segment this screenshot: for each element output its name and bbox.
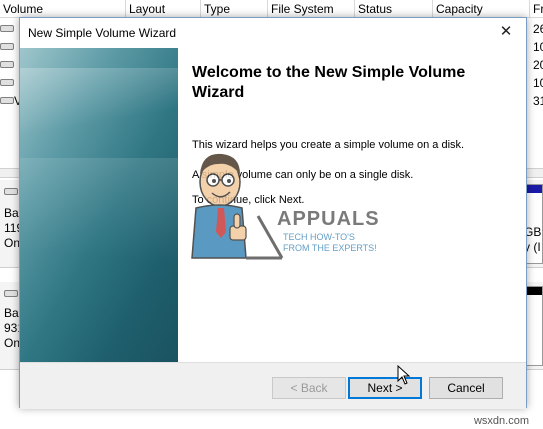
- column-capacity[interactable]: Capacity: [433, 0, 530, 18]
- column-volume[interactable]: Volume: [0, 0, 126, 18]
- wizard-button-bar: < Back Next > Cancel: [20, 362, 526, 409]
- disk-icon: [4, 290, 18, 297]
- site-watermark: wsxdn.com: [473, 415, 529, 427]
- new-simple-volume-wizard-dialog: New Simple Volume Wizard ✕ Welcome to th…: [19, 17, 527, 409]
- column-type[interactable]: Type: [201, 0, 268, 18]
- disk-status: On: [4, 336, 21, 350]
- dialog-titlebar[interactable]: New Simple Volume Wizard ✕: [20, 18, 526, 48]
- dialog-title: New Simple Volume Wizard: [28, 26, 177, 40]
- disk-label: Ba: [4, 306, 19, 320]
- wizard-heading: Welcome to the New Simple Volume Wizard: [192, 64, 466, 101]
- drive-icon: [0, 43, 14, 50]
- drive-icon: [0, 79, 14, 86]
- back-button[interactable]: < Back: [272, 377, 346, 399]
- drive-icon: [0, 25, 14, 32]
- disk-label: Ba: [4, 206, 19, 220]
- appuals-logo-text: APPUALS: [277, 208, 380, 230]
- mouse-cursor-icon: [397, 365, 411, 385]
- drive-icon: [0, 97, 14, 104]
- volume-list-header: Volume Layout Type File System Status Ca…: [0, 0, 543, 18]
- free-space-value: 10: [533, 40, 543, 54]
- free-space-value: 10: [533, 76, 543, 90]
- column-status[interactable]: Status: [355, 0, 433, 18]
- free-space-value: 20: [533, 58, 543, 72]
- column-file-system[interactable]: File System: [268, 0, 355, 18]
- appuals-logo-tagline: TECH HOW-TO'S FROM THE EXPERTS!: [283, 232, 377, 253]
- wizard-side-banner: [20, 48, 178, 362]
- free-space-value: 26: [533, 22, 543, 36]
- free-space-value: 31: [533, 94, 543, 108]
- disk-icon: [4, 188, 18, 195]
- column-free-space[interactable]: Fr: [530, 0, 543, 18]
- close-icon[interactable]: ✕: [498, 24, 514, 40]
- disk-status: On: [4, 236, 21, 250]
- cancel-button[interactable]: Cancel: [429, 377, 503, 399]
- column-layout[interactable]: Layout: [126, 0, 201, 18]
- drive-icon: [0, 61, 14, 68]
